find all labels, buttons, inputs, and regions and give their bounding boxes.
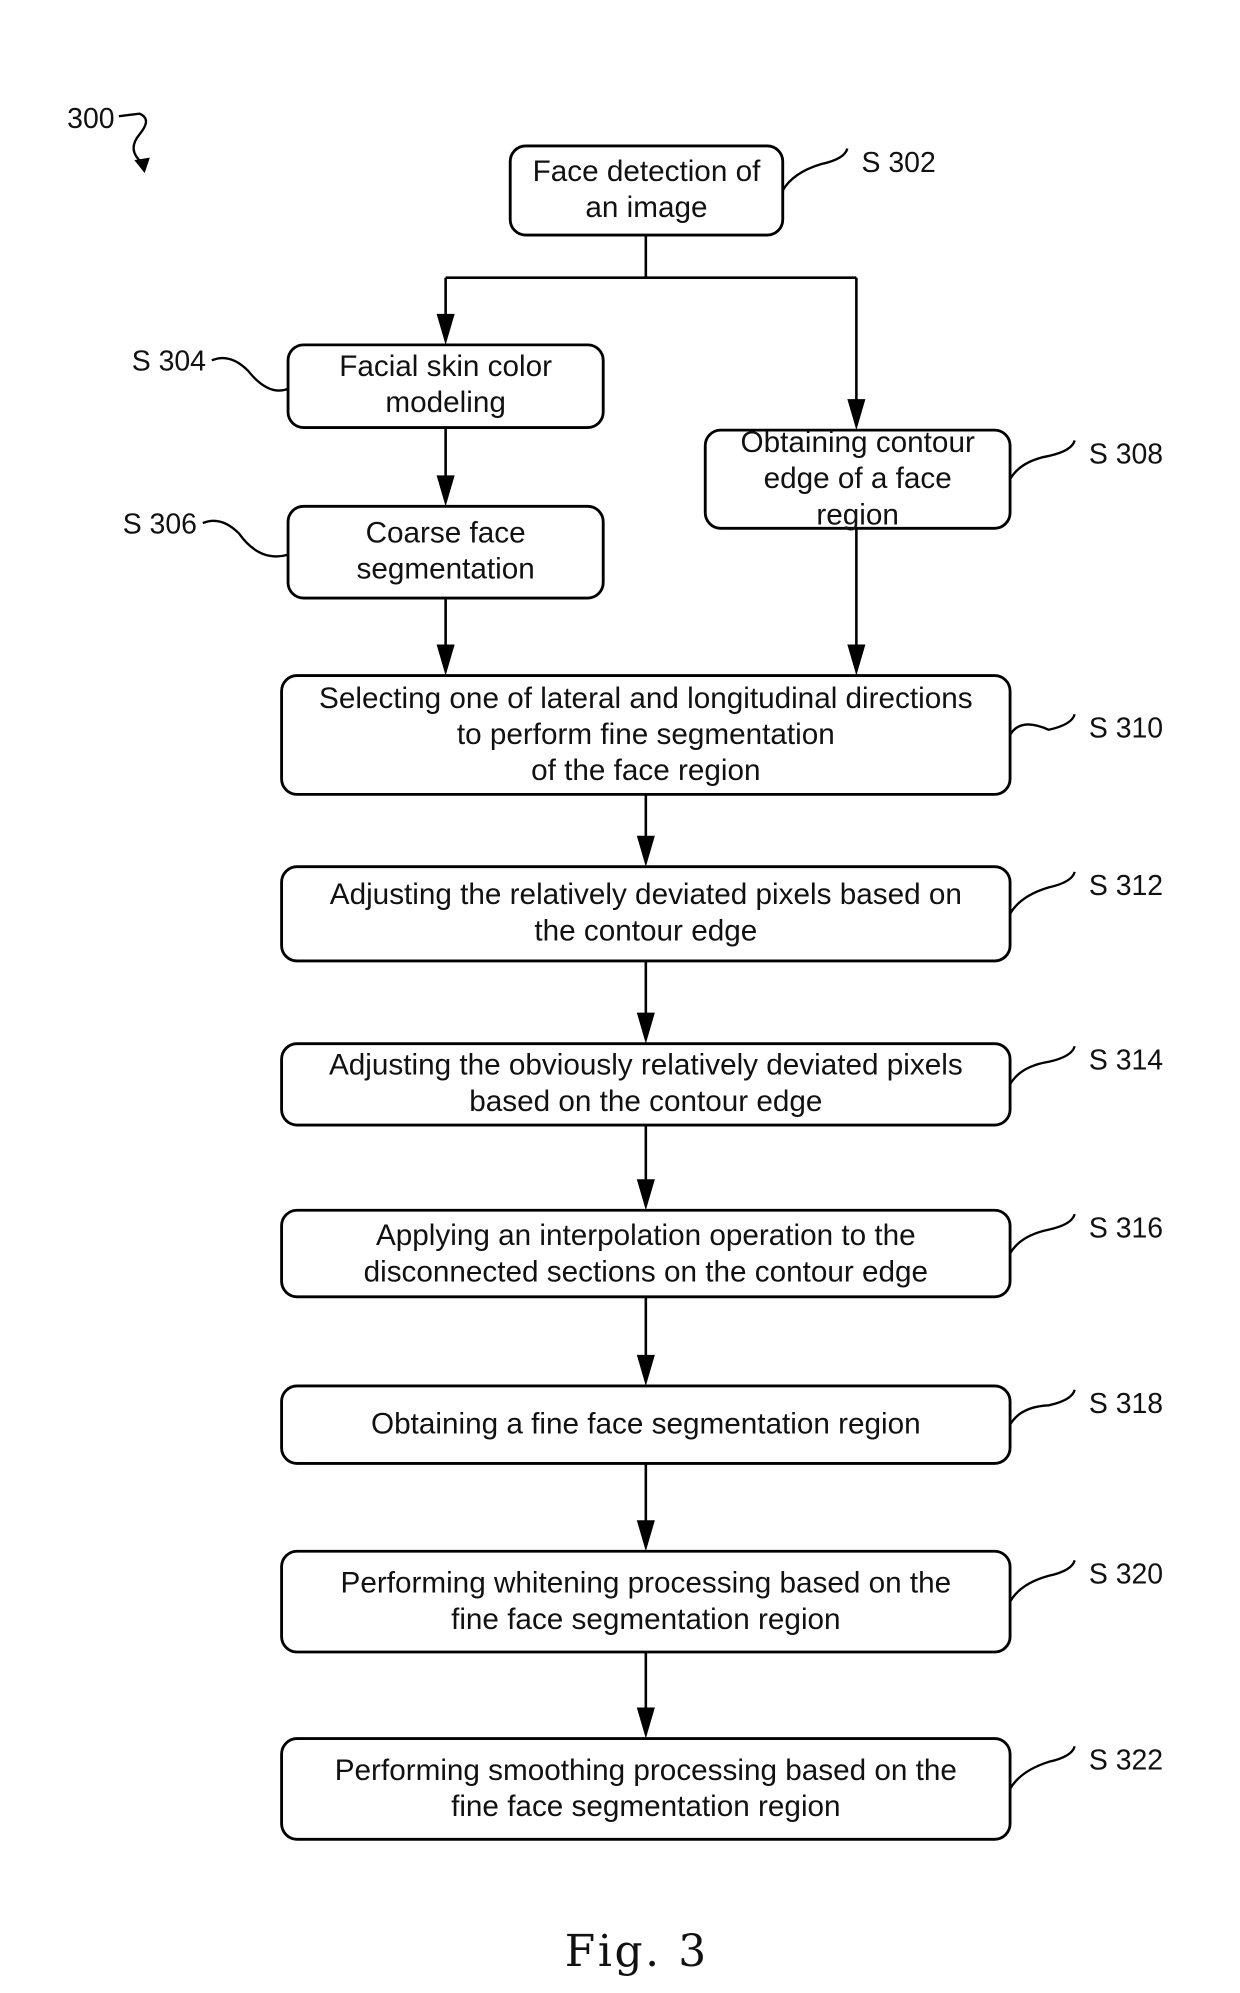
step-s310: Selecting one of lateral and longitudina… bbox=[280, 674, 1163, 796]
figure-ref-leader bbox=[118, 112, 148, 164]
step-text-line: Performing smoothing processing based on… bbox=[335, 1754, 957, 1787]
figure-ref-arrowhead bbox=[134, 157, 150, 174]
step-label-leader bbox=[1009, 1045, 1076, 1085]
step-text-line: an image bbox=[585, 191, 707, 224]
step-text-line: Adjusting the obviously relatively devia… bbox=[329, 1049, 963, 1082]
step-label: S 308 bbox=[1089, 439, 1163, 471]
step-label: S 304 bbox=[132, 346, 206, 378]
step-s314: Adjusting the obviously relatively devia… bbox=[280, 1042, 1163, 1127]
step-text-line: Obtaining contour bbox=[740, 426, 974, 459]
step-text-line: region bbox=[816, 498, 899, 531]
connector-arrowhead bbox=[636, 1179, 655, 1211]
step-label-leader bbox=[202, 519, 289, 558]
step-s308: Obtaining contouredge of a faceregion S 3… bbox=[703, 426, 1163, 531]
step-label: S 320 bbox=[1089, 1559, 1163, 1591]
step-text-line: Applying an interpolation operation to t… bbox=[376, 1219, 916, 1252]
step-text-line: to perform fine segmentation bbox=[457, 718, 835, 751]
step-s312: Adjusting the relatively deviated pixels… bbox=[280, 865, 1163, 963]
step-label: S 318 bbox=[1089, 1388, 1163, 1420]
step-label-leader bbox=[781, 148, 849, 192]
step-label-leader bbox=[1009, 440, 1076, 480]
step-text-line: of the face region bbox=[531, 754, 760, 787]
connector-arrowhead bbox=[436, 313, 455, 345]
step-s306: Coarse face segmentation S 306 bbox=[123, 504, 605, 600]
step-s302: Face detection ofan image S 302 bbox=[508, 144, 936, 237]
step-text-line: disconnected sections on the contour edg… bbox=[364, 1255, 928, 1288]
step-s318: Obtaining a fine face segmentation regio… bbox=[280, 1384, 1163, 1465]
step-label: S 322 bbox=[1089, 1745, 1163, 1777]
step-text-line: Coarse face bbox=[366, 516, 526, 549]
step-label-leader bbox=[1009, 1559, 1076, 1603]
step-s304: Facial skin colormodeling S 304 bbox=[132, 343, 605, 429]
step-text-line: Performing whitening processing based on… bbox=[341, 1567, 952, 1600]
step-label: S 310 bbox=[1089, 713, 1163, 745]
step-label-leader bbox=[1009, 1389, 1076, 1426]
figure-ref-number: 300 bbox=[67, 103, 114, 135]
step-label-leader bbox=[1009, 1745, 1076, 1790]
connector-arrowhead bbox=[636, 1707, 655, 1739]
step-text-line: Facial skin color bbox=[339, 350, 552, 383]
step-text-line: edge of a face bbox=[764, 462, 952, 495]
step-label: S 316 bbox=[1089, 1212, 1163, 1244]
step-s322: Performing smoothing processing based on… bbox=[280, 1737, 1163, 1841]
step-label-leader bbox=[1009, 713, 1076, 736]
connector-arrowhead bbox=[436, 475, 455, 507]
connector-arrowhead bbox=[436, 644, 455, 676]
connector-arrowhead bbox=[636, 835, 655, 867]
step-label: S 306 bbox=[123, 508, 197, 540]
step-label: S 312 bbox=[1089, 870, 1163, 902]
step-text-line: based on the contour edge bbox=[469, 1085, 822, 1118]
step-s316: Applying an interpolation operation to t… bbox=[280, 1208, 1163, 1299]
step-text-line: fine face segmentation region bbox=[451, 1790, 840, 1823]
figure-caption: Fig. 3 bbox=[565, 1926, 709, 1977]
step-label: S 302 bbox=[862, 147, 936, 179]
connector-arrowhead bbox=[636, 1012, 655, 1044]
step-text-line: segmentation bbox=[357, 553, 535, 586]
step-text-line: fine face segmentation region bbox=[451, 1603, 840, 1636]
step-text-line: modeling bbox=[385, 386, 505, 419]
step-text-line: Obtaining a fine face segmentation regio… bbox=[371, 1408, 921, 1441]
connector-arrowhead bbox=[636, 1354, 655, 1386]
step-label-leader bbox=[1009, 871, 1076, 915]
step-text-line: Selecting one of lateral and longitudina… bbox=[319, 682, 973, 715]
step-text-line: Face detection of bbox=[533, 155, 761, 188]
connector-arrowhead bbox=[636, 1520, 655, 1552]
step-text-line: Adjusting the relatively deviated pixels… bbox=[330, 878, 962, 911]
step-s320: Performing whitening processing based on… bbox=[280, 1549, 1163, 1654]
connector-arrowhead bbox=[847, 644, 866, 676]
flowchart: Face detection ofan image S 302 Facial ski… bbox=[67, 103, 1163, 1977]
step-label: S 314 bbox=[1089, 1044, 1163, 1076]
step-text-line: the contour edge bbox=[534, 914, 757, 947]
step-label-leader bbox=[211, 356, 289, 392]
step-label-leader bbox=[1009, 1213, 1076, 1255]
